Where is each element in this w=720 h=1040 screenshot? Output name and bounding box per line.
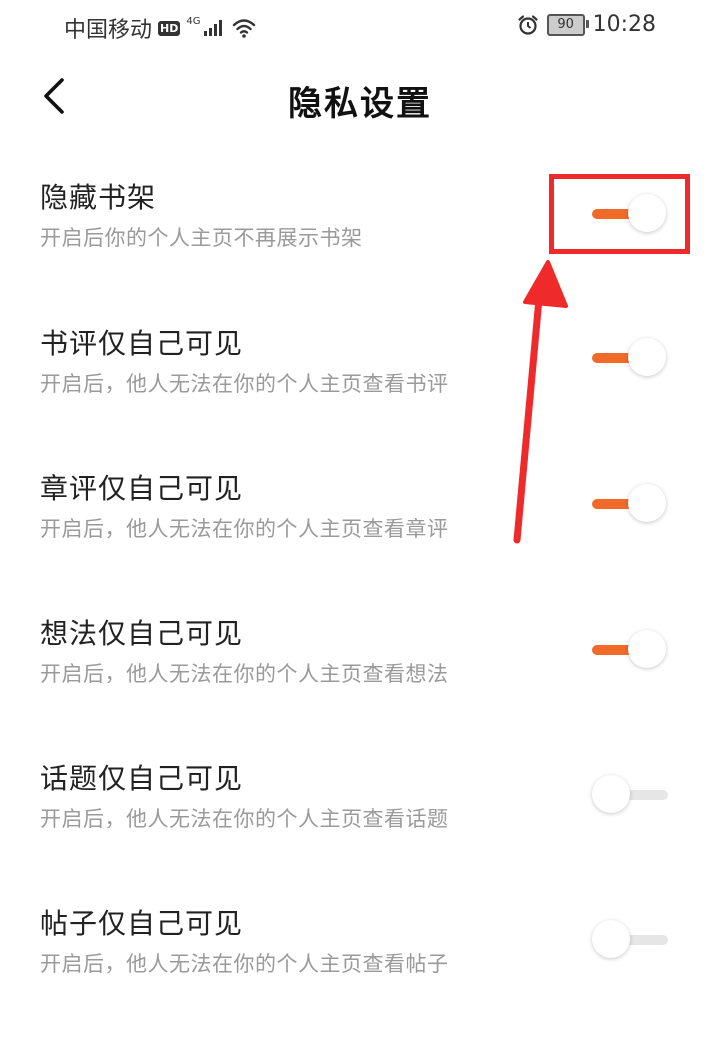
toggle-knob bbox=[592, 775, 630, 813]
thoughts-private-toggle[interactable] bbox=[590, 630, 670, 670]
posts-private-toggle[interactable] bbox=[590, 920, 670, 960]
toggle-knob bbox=[628, 338, 666, 376]
setting-title: 话题仅自己可见 bbox=[40, 762, 244, 795]
page-title: 隐私设置 bbox=[288, 84, 432, 124]
setting-title: 帖子仅自己可见 bbox=[40, 907, 244, 940]
toggle-knob bbox=[628, 630, 666, 668]
wifi-icon bbox=[233, 19, 256, 38]
setting-subtitle: 开启后，他人无法在你的个人主页查看帖子 bbox=[40, 952, 449, 976]
alarm-icon bbox=[517, 14, 538, 35]
status-left: 中国移动 HD 4G bbox=[64, 12, 256, 44]
status-right: 90 10:28 bbox=[517, 12, 656, 37]
battery-level: 90 bbox=[557, 17, 574, 32]
page-header: 隐私设置 bbox=[0, 62, 720, 138]
setting-subtitle: 开启后，他人无法在你的个人主页查看话题 bbox=[40, 807, 449, 831]
setting-title: 章评仅自己可见 bbox=[40, 472, 244, 505]
book-reviews-private-toggle[interactable] bbox=[590, 338, 670, 378]
setting-subtitle: 开启后你的个人主页不再展示书架 bbox=[40, 226, 363, 250]
hd-badge: HD bbox=[158, 20, 181, 36]
setting-subtitle: 开启后，他人无法在你的个人主页查看书评 bbox=[40, 372, 449, 396]
toggle-knob bbox=[592, 920, 630, 958]
setting-title: 隐藏书架 bbox=[40, 181, 157, 214]
network-type-label: 4G bbox=[186, 15, 201, 27]
signal-icon bbox=[204, 20, 223, 36]
chapter-comments-private-toggle[interactable] bbox=[590, 484, 670, 524]
topics-private-toggle[interactable] bbox=[590, 775, 670, 815]
highlight-box bbox=[549, 174, 690, 254]
battery-icon: 90 bbox=[546, 13, 589, 36]
setting-title: 想法仅自己可见 bbox=[40, 617, 244, 650]
setting-title: 书评仅自己可见 bbox=[40, 327, 244, 360]
toggle-knob bbox=[628, 484, 666, 522]
status-bar: 中国移动 HD 4G 90 10:28 bbox=[0, 0, 720, 56]
setting-subtitle: 开启后，他人无法在你的个人主页查看想法 bbox=[40, 662, 449, 686]
carrier-label: 中国移动 bbox=[64, 18, 153, 43]
clock-time: 10:28 bbox=[592, 12, 656, 37]
setting-subtitle: 开启后，他人无法在你的个人主页查看章评 bbox=[40, 517, 449, 541]
